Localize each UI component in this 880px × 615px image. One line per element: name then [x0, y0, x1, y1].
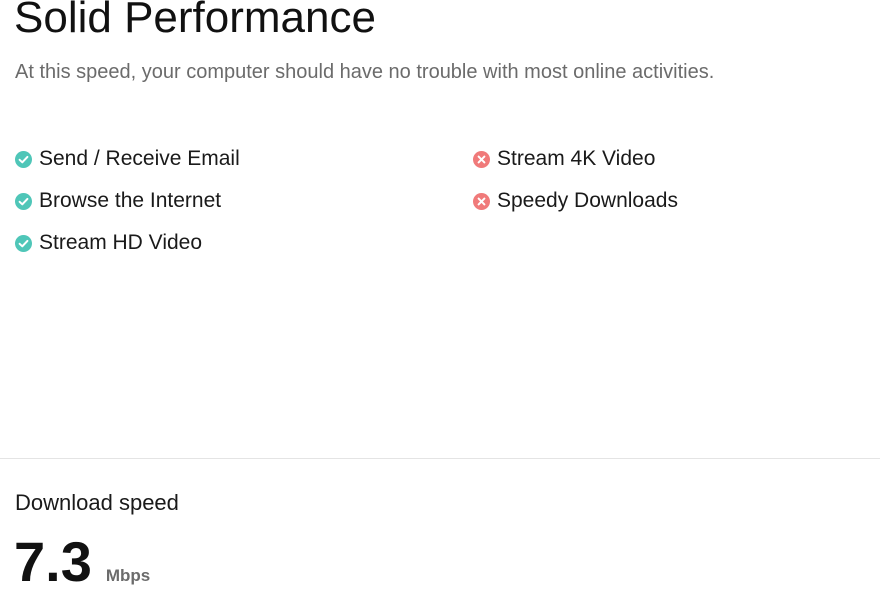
download-speed-unit: Mbps: [105, 566, 151, 585]
activity-item-email: Send / Receive Email: [15, 144, 240, 174]
activity-label: Browse the Internet: [39, 189, 222, 212]
section-divider: [0, 458, 880, 459]
activity-label: Stream 4K Video: [497, 147, 656, 170]
activity-label: Speedy Downloads: [497, 189, 678, 212]
x-circle-icon: [473, 150, 490, 168]
activity-list: Send / Receive Email Browse the Internet…: [15, 144, 865, 264]
check-circle-icon: [15, 150, 32, 168]
check-circle-icon: [15, 234, 32, 252]
activity-label: Stream HD Video: [39, 231, 203, 254]
unsupported-activities: Stream 4K Video Speedy Downloads: [473, 144, 678, 228]
performance-title: Solid Performance: [14, 0, 376, 42]
activity-label: Send / Receive Email: [39, 147, 240, 170]
supported-activities: Send / Receive Email Browse the Internet…: [15, 144, 240, 270]
x-circle-icon: [473, 192, 490, 210]
download-speed-readout: 7.3 Mbps: [14, 528, 150, 596]
check-circle-icon: [15, 192, 32, 210]
download-speed-value: 7.3: [14, 530, 92, 593]
performance-description: At this speed, your computer should have…: [15, 61, 715, 83]
activity-item-hd-video: Stream HD Video: [15, 228, 240, 258]
activity-item-4k-video: Stream 4K Video: [473, 144, 678, 174]
speed-result-panel: Solid Performance At this speed, your co…: [0, 0, 880, 615]
activity-item-downloads: Speedy Downloads: [473, 186, 678, 216]
activity-item-browse: Browse the Internet: [15, 186, 240, 216]
download-speed-label: Download speed: [15, 490, 179, 515]
